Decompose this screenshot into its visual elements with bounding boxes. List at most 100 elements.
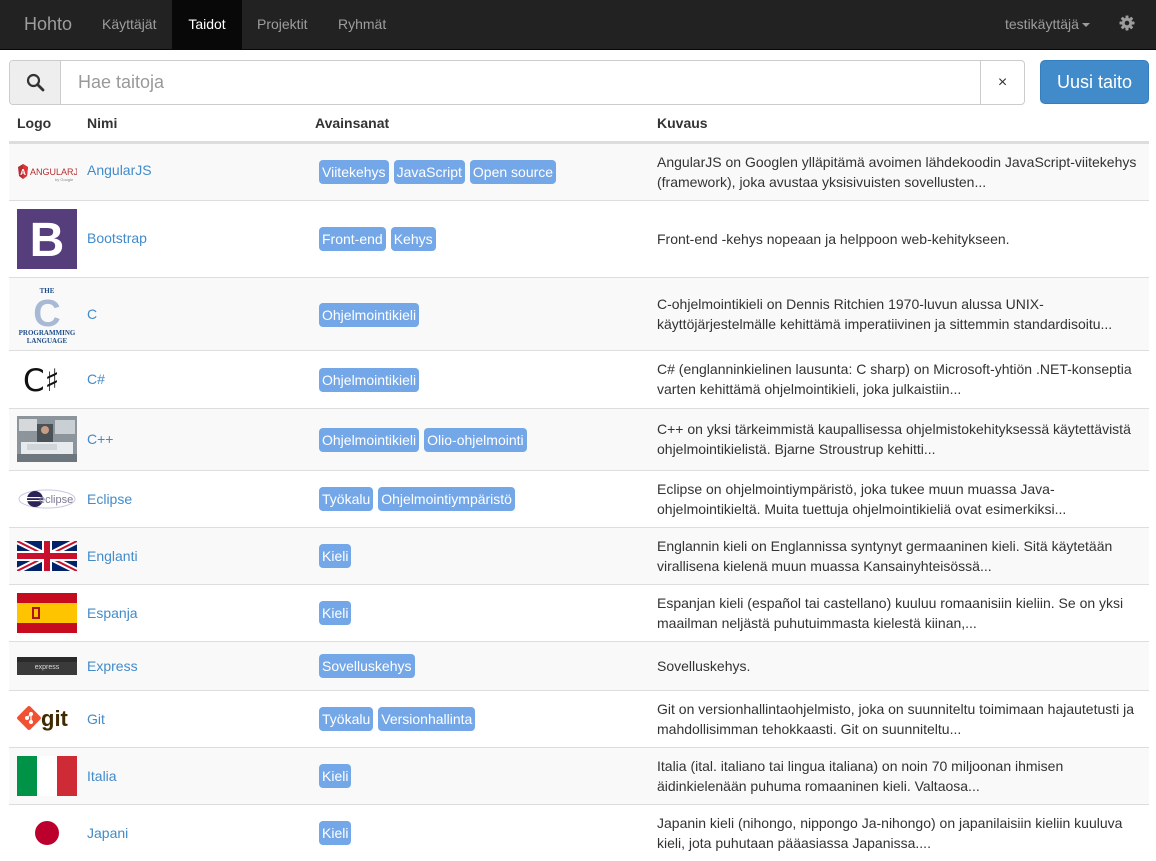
keyword-tags: Front-end Kehys bbox=[319, 227, 441, 251]
keyword-tag[interactable]: Open source bbox=[469, 160, 557, 184]
skill-name-link[interactable]: Italia bbox=[87, 768, 117, 784]
keyword-tag[interactable]: Kieli bbox=[319, 821, 352, 845]
c-language-logo: THE C PROGRAMMING LANGUAGE bbox=[17, 284, 77, 346]
keyword-tag[interactable]: Kieli bbox=[319, 764, 352, 788]
skill-name-link[interactable]: C++ bbox=[87, 431, 113, 447]
svg-text:express: express bbox=[35, 664, 60, 671]
spain-flag-icon bbox=[17, 593, 77, 633]
table-row[interactable]: express Express Sovelluskehys Sovelluske… bbox=[9, 641, 1149, 690]
caret-down-icon bbox=[1081, 23, 1090, 28]
table-row[interactable]: C♯ C# Ohjelmointikieli C# (englanninkiel… bbox=[9, 350, 1149, 408]
svg-text:git: git bbox=[41, 706, 69, 731]
keyword-tag[interactable]: Ohjelmointikieli bbox=[319, 303, 420, 327]
table-row[interactable]: Italia Kieli Italia (ital. italiano tai … bbox=[9, 747, 1149, 804]
new-skill-button[interactable]: Uusi taito bbox=[1040, 60, 1149, 104]
keyword-tag[interactable]: Ohjelmointiympäristö bbox=[378, 487, 515, 511]
nav-projects[interactable]: Projektit bbox=[242, 0, 323, 50]
svg-text:B: B bbox=[30, 214, 65, 267]
skill-description: AngularJS on Googlen ylläpitämä avoimen … bbox=[657, 152, 1147, 192]
table-row[interactable]: THE C PROGRAMMING LANGUAGE C Ohjelmointi… bbox=[9, 277, 1149, 350]
table-row[interactable]: A ANGULARJS by Google AngularJS Viitekeh… bbox=[9, 143, 1149, 200]
skill-name-link[interactable]: Git bbox=[87, 711, 105, 727]
skill-description: Japanin kieli (nihongo, nippongo Ja-niho… bbox=[657, 813, 1147, 853]
table-row[interactable]: eclipse Eclipse Työkalu Ohjelmointiympäri… bbox=[9, 470, 1149, 527]
git-logo: git bbox=[17, 704, 79, 734]
svg-text:LANGUAGE: LANGUAGE bbox=[27, 337, 68, 345]
keyword-tag[interactable]: Kieli bbox=[319, 544, 352, 568]
description-line: Japanin kieli (nihongo, nippongo Ja-niho… bbox=[657, 815, 1123, 831]
keyword-tags: Ohjelmointikieli Olio-ohjelmointi bbox=[319, 428, 532, 452]
user-menu[interactable]: testikäyttäjä bbox=[1005, 0, 1090, 50]
nav-groups[interactable]: Ryhmät bbox=[323, 0, 401, 50]
keyword-tags: Työkalu Versionhallinta bbox=[319, 707, 480, 731]
keyword-tags: Kieli bbox=[319, 764, 356, 788]
skill-description: C++ on yksi tärkeimmistä kaupallisessa o… bbox=[657, 419, 1147, 459]
keyword-tag[interactable]: Kehys bbox=[390, 227, 436, 251]
description-line: C-ohjelmointikieli on Dennis Ritchien 19… bbox=[657, 296, 1044, 312]
description-line: varten kehittämä ohjelmointikieli, joka … bbox=[657, 381, 962, 397]
table-row[interactable]: B Bootstrap Front-end Kehys Front-end -ke… bbox=[9, 200, 1149, 277]
description-line: (framework), joka avustaa yksisivuisten … bbox=[657, 174, 987, 190]
description-line: kieli, jota puhutaan pääasiassa Japaniss… bbox=[657, 835, 931, 851]
description-line: Eclipse on ohjelmointiympäristö, joka tu… bbox=[657, 481, 1055, 497]
skill-name-link[interactable]: Espanja bbox=[87, 605, 138, 621]
keyword-tags: Kieli bbox=[319, 601, 356, 625]
header-description[interactable]: Kuvaus bbox=[657, 105, 708, 141]
skill-name-link[interactable]: C# bbox=[87, 371, 105, 387]
header-keywords[interactable]: Avainsanat bbox=[315, 105, 389, 141]
keyword-tag[interactable]: Kieli bbox=[319, 601, 352, 625]
keyword-tag[interactable]: Olio-ohjelmointi bbox=[424, 428, 527, 452]
skill-name-link[interactable]: Bootstrap bbox=[87, 230, 147, 246]
description-line: C# (englanninkielinen lausunta: C sharp)… bbox=[657, 361, 1132, 377]
skills-table: Logo Nimi Avainsanat Kuvaus A ANGULARJS … bbox=[9, 105, 1149, 861]
skill-name-link[interactable]: Japani bbox=[87, 825, 128, 841]
skill-description: Git on versionhallintaohjelmisto, joka o… bbox=[657, 699, 1147, 739]
search-group: × bbox=[9, 60, 1025, 105]
table-row[interactable]: Japani Kieli Japanin kieli (nihongo, nip… bbox=[9, 804, 1149, 861]
header-logo[interactable]: Logo bbox=[17, 105, 51, 141]
description-line: Git on versionhallintaohjelmisto, joka o… bbox=[657, 701, 1135, 717]
svg-text:C♯: C♯ bbox=[23, 363, 60, 399]
table-row[interactable]: C++ Ohjelmointikieli Olio-ohjelmointi C++… bbox=[9, 408, 1149, 470]
keyword-tag[interactable]: Ohjelmointikieli bbox=[319, 428, 420, 452]
italy-flag-icon bbox=[17, 756, 77, 796]
header-name[interactable]: Nimi bbox=[87, 105, 117, 141]
search-addon bbox=[10, 61, 61, 104]
skill-name-link[interactable]: Eclipse bbox=[87, 491, 132, 507]
keyword-tag[interactable]: JavaScript bbox=[393, 160, 465, 184]
keyword-tag[interactable]: Versionhallinta bbox=[378, 707, 476, 731]
svg-text:eclipse: eclipse bbox=[39, 494, 73, 506]
keyword-tag[interactable]: Työkalu bbox=[319, 487, 374, 511]
svg-text:PROGRAMMING: PROGRAMMING bbox=[19, 329, 76, 337]
keyword-tag[interactable]: Sovelluskehys bbox=[319, 654, 415, 678]
keyword-tag[interactable]: Front-end bbox=[319, 227, 386, 251]
table-row[interactable]: Espanja Kieli Espanjan kieli (español ta… bbox=[9, 584, 1149, 641]
description-line: ohjelmointikielistä. Bjarne Stroustrup k… bbox=[657, 441, 936, 457]
nav-users[interactable]: Käyttäjät bbox=[87, 0, 171, 50]
brand-link[interactable]: Hohto bbox=[24, 0, 72, 50]
description-line: virallisena kielenä muun muassa Kansainy… bbox=[657, 558, 992, 574]
search-input[interactable] bbox=[62, 61, 980, 104]
nav-skills[interactable]: Taidot bbox=[172, 0, 242, 50]
keyword-tag[interactable]: Työkalu bbox=[319, 707, 374, 731]
japan-flag-icon bbox=[17, 813, 77, 853]
skill-name-link[interactable]: C bbox=[87, 306, 97, 322]
keyword-tags: Ohjelmointikieli bbox=[319, 303, 424, 327]
gear-icon[interactable] bbox=[1117, 13, 1137, 33]
skill-name-link[interactable]: Express bbox=[87, 658, 138, 674]
skill-name-link[interactable]: AngularJS bbox=[87, 162, 152, 178]
description-line: Espanjan kieli (español tai castellano) … bbox=[657, 595, 1124, 611]
uk-flag-icon bbox=[17, 541, 77, 571]
table-row[interactable]: git Git Työkalu Versionhallinta Git on ve… bbox=[9, 690, 1149, 747]
table-row[interactable]: Englanti Kieli Englannin kieli on Englan… bbox=[9, 527, 1149, 584]
bootstrap-logo: B bbox=[17, 209, 77, 269]
keyword-tags: Kieli bbox=[319, 544, 356, 568]
clear-search-button[interactable]: × bbox=[980, 61, 1024, 104]
keyword-tag[interactable]: Ohjelmointikieli bbox=[319, 368, 420, 392]
svg-text:ANGULARJS: ANGULARJS bbox=[30, 167, 77, 177]
skill-description: Espanjan kieli (español tai castellano) … bbox=[657, 593, 1147, 633]
description-line: Englannin kieli on Englannissa syntynyt … bbox=[657, 538, 1113, 554]
skill-name-link[interactable]: Englanti bbox=[87, 548, 138, 564]
description-line: maailman neljästä puhutuimmasta kielestä… bbox=[657, 615, 977, 631]
keyword-tag[interactable]: Viitekehys bbox=[319, 160, 389, 184]
